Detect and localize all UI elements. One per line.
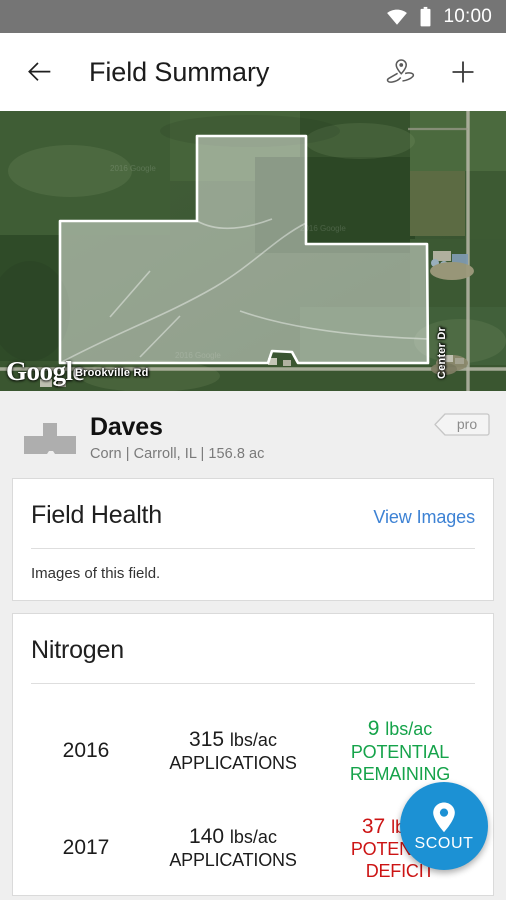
field-header: Daves Corn | Carroll, IL | 156.8 ac pro: [0, 391, 506, 478]
status-bar-time: 10:00: [443, 6, 492, 27]
field-health-card: Field Health View Images Images of this …: [12, 478, 494, 601]
status-bar: 10:00: [0, 0, 506, 33]
field-subtitle: Corn | Carroll, IL | 156.8 ac: [90, 446, 265, 462]
nitrogen-application-unit: lbs/ac: [229, 827, 277, 848]
page-title: Field Summary: [89, 56, 270, 87]
nitrogen-application-label: APPLICATIONS: [169, 752, 297, 773]
app-screen: 10:00 Field Summary 2016 Google 2016 Goo…: [0, 0, 506, 900]
nitrogen-year: 2017: [62, 836, 110, 860]
view-images-link[interactable]: View Images: [373, 507, 475, 528]
field-health-header: Field Health View Images: [31, 479, 475, 548]
app-bar-actions: [384, 55, 480, 89]
app-bar: Field Summary: [0, 33, 506, 111]
field-health-description: Images of this field.: [31, 565, 161, 582]
field-health-title: Field Health: [31, 501, 162, 529]
nitrogen-application-amount: 140 lbs/ac: [141, 824, 325, 850]
plus-icon[interactable]: [446, 55, 480, 89]
nitrogen-status: 9 lbs/ac POTENTIAL REMAINING: [325, 716, 475, 786]
field-name: Daves: [90, 413, 163, 441]
nitrogen-applications: 315 lbs/ac APPLICATIONS: [141, 727, 325, 775]
svg-text:2016 Google: 2016 Google: [175, 351, 221, 360]
nitrogen-table: 2016 315 lbs/ac APPLICATIONS 9 lbs/ac PO…: [31, 684, 475, 895]
nitrogen-status-value: 37: [361, 814, 386, 838]
nitrogen-status-label: POTENTIAL REMAINING: [349, 741, 451, 784]
back-arrow-icon[interactable]: [22, 55, 56, 89]
scout-fab-label: SCOUT: [414, 834, 474, 852]
nitrogen-year: 2016: [62, 738, 110, 762]
battery-icon: [421, 6, 431, 26]
svg-text:2016 Google: 2016 Google: [110, 164, 156, 173]
nitrogen-application-value: 140: [189, 825, 225, 849]
map-imagery: 2016 Google 2016 Google 2016 Google: [0, 111, 506, 391]
nitrogen-title: Nitrogen: [31, 636, 124, 664]
scout-map-pin-icon[interactable]: [384, 55, 418, 89]
table-row[interactable]: 2016 315 lbs/ac APPLICATIONS 9 lbs/ac PO…: [31, 700, 475, 798]
nitrogen-status-amount: 9 lbs/ac: [325, 716, 475, 742]
scout-fab-button[interactable]: SCOUT: [400, 782, 488, 870]
nitrogen-header: Nitrogen: [31, 614, 475, 683]
nitrogen-status-value: 9: [367, 717, 380, 740]
wifi-icon: [387, 9, 408, 25]
nitrogen-status-unit: lbs/ac: [385, 719, 433, 739]
svg-text:2016 Google: 2016 Google: [300, 224, 346, 233]
field-health-body: Images of this field.: [31, 549, 475, 600]
field-shape-icon: [24, 423, 76, 454]
nitrogen-application-value: 315: [189, 727, 225, 751]
pro-badge-label: pro: [457, 416, 477, 432]
nitrogen-application-unit: lbs/ac: [229, 729, 277, 750]
nitrogen-application-label: APPLICATIONS: [169, 850, 297, 871]
nitrogen-application-amount: 315 lbs/ac: [141, 727, 325, 753]
nitrogen-applications: 140 lbs/ac APPLICATIONS: [141, 824, 325, 872]
field-meta: Daves Corn | Carroll, IL | 156.8 ac: [90, 413, 490, 462]
pro-badge-shape: pro: [434, 413, 490, 436]
field-map[interactable]: 2016 Google 2016 Google 2016 Google Goog…: [0, 111, 506, 391]
map-pin-icon: [433, 802, 455, 832]
pro-badge: pro: [434, 413, 490, 436]
